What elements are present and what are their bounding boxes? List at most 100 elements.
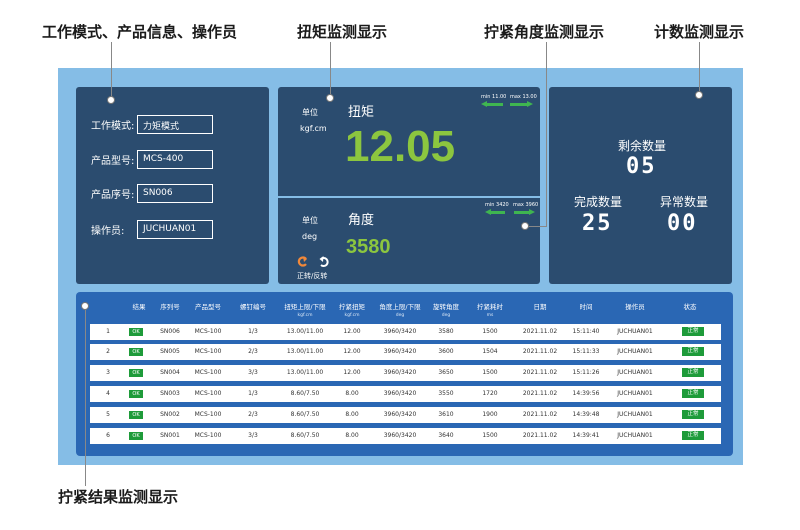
cell-operator: JUCHUAN01 (617, 369, 653, 376)
cell-date: 2021.11.02 (522, 432, 558, 439)
torque-max-arrow-icon (527, 101, 533, 107)
table-row[interactable]: 6 SN001 MCS-100 3/3 8.60/7.50 8.00 3960/3420 36… (90, 428, 721, 444)
cell-operator: JUCHUAN01 (617, 348, 653, 355)
angle-max-bar (514, 211, 529, 214)
marker-result (81, 302, 89, 310)
cell-torque-range: 8.60/7.50 (290, 411, 320, 418)
product-model-field[interactable]: MCS-400 (137, 149, 213, 169)
cell-date: 2021.11.02 (522, 348, 558, 355)
column-header-label: 结果 (132, 303, 146, 311)
table-row[interactable]: 1 SN006 MCS-100 1/3 13.00/11.00 12.00 3960/342… (90, 324, 721, 340)
marker-angle (521, 222, 529, 230)
status-badge: 正常 (682, 347, 704, 356)
operator-field[interactable]: JUCHUAN01 (137, 219, 213, 239)
cell-time: 14:39:56 (572, 390, 600, 397)
cell-date: 2021.11.02 (522, 369, 558, 376)
cell-torque-range: 13.00/11.00 (286, 328, 324, 335)
cell-time-ms: 1500 (482, 328, 498, 335)
column-header-label: 操作员 (625, 303, 645, 311)
column-header-unit: kgf.cm (297, 313, 313, 318)
cell-idx: 3 (106, 369, 110, 376)
cell-angle-range: 3960/3420 (383, 432, 417, 439)
cell-angle: 3580 (438, 328, 454, 335)
column-header: 螺钉编号 (228, 301, 278, 311)
cell-angle: 3600 (438, 348, 454, 355)
column-header-unit: deg (441, 313, 451, 318)
cell-time-ms: 1720 (482, 390, 498, 397)
status-badge: 正常 (682, 368, 704, 377)
cell-model: MCS-100 (194, 328, 222, 335)
angle-value: 3580 (346, 236, 391, 258)
cell-screw: 3/3 (248, 432, 258, 439)
marker-mode-info (107, 96, 115, 104)
operator-label: 操作员: (91, 225, 125, 237)
cell-torque: 8.00 (345, 432, 359, 439)
column-header-label: 产品型号 (195, 303, 221, 311)
cell-time-ms: 1900 (482, 411, 498, 418)
cell-angle: 3550 (438, 390, 454, 397)
leader-angle-h (527, 226, 547, 227)
torque-min-arrow-icon (481, 101, 487, 107)
table-row[interactable]: 3 SN004 MCS-100 3/3 13.00/11.00 12.00 3960/342… (90, 365, 721, 381)
cell-model: MCS-100 (194, 411, 222, 418)
reverse-rotate-icon[interactable] (318, 255, 331, 268)
cell-operator: JUCHUAN01 (617, 432, 653, 439)
angle-min-label: min 3420 (485, 202, 509, 208)
column-header-label: 拧紧扭矩 (339, 303, 365, 311)
cell-idx: 1 (106, 328, 110, 335)
callout-count: 计数监测显示 (654, 23, 745, 41)
cell-torque: 8.00 (345, 390, 359, 397)
leader-result (85, 308, 86, 486)
product-serial-row: 产品序号: SN006 (91, 183, 213, 203)
work-mode-field[interactable]: 力矩模式 (137, 114, 213, 134)
done-value: 25 (582, 211, 613, 236)
torque-max-label: max 13.00 (510, 94, 537, 100)
column-header-unit: ms (486, 313, 494, 318)
column-header-label: 扭矩上限/下限 (284, 303, 326, 311)
abnormal-value: 00 (667, 211, 698, 236)
cell-angle-range: 3960/3420 (383, 348, 417, 355)
result-ok-badge: OK (129, 348, 143, 356)
cell-operator: JUCHUAN01 (617, 328, 653, 335)
column-header-unit: kgf.cm (344, 313, 360, 318)
angle-min-bar (490, 211, 505, 214)
abnormal-label: 异常数量 (660, 195, 709, 209)
table-row[interactable]: 5 SN002 MCS-100 2/3 8.60/7.50 8.00 3960/3420 36… (90, 407, 721, 423)
column-header: 角度上限/下限 deg (375, 301, 425, 318)
status-badge: 正常 (682, 431, 704, 440)
column-header-label: 拧紧耗时 (477, 303, 503, 311)
result-ok-badge: OK (129, 328, 143, 336)
cell-time: 15:11:40 (572, 328, 600, 335)
torque-unit-value: kgf.cm (300, 124, 327, 133)
leader-torque (330, 42, 331, 98)
cell-idx: 2 (106, 348, 110, 355)
forward-rotate-icon[interactable] (296, 255, 309, 268)
cell-time: 15:11:26 (572, 369, 600, 376)
product-serial-field[interactable]: SN006 (137, 183, 213, 203)
cell-date: 2021.11.02 (522, 411, 558, 418)
column-header-label: 状态 (683, 303, 697, 311)
status-badge: 正常 (682, 389, 704, 398)
cell-torque: 12.00 (343, 328, 361, 335)
cell-model: MCS-100 (194, 432, 222, 439)
cell-angle-range: 3960/3420 (383, 411, 417, 418)
torque-value: 12.05 (345, 122, 456, 171)
torque-max-bar (510, 103, 527, 106)
table-row[interactable]: 4 SN003 MCS-100 1/3 8.60/7.50 8.00 3960/3420 35… (90, 386, 721, 402)
angle-unit-label: 单位 (302, 216, 318, 225)
remaining-label: 剩余数量 (618, 139, 667, 153)
torque-min-label: min 11.00 (481, 94, 507, 100)
column-header-label: 旋转角度 (433, 303, 459, 311)
column-header: 时间 (561, 301, 611, 311)
status-badge: 正常 (682, 410, 704, 419)
cell-screw: 3/3 (248, 369, 258, 376)
column-header-label: 序列号 (160, 303, 180, 311)
cell-time-ms: 1504 (482, 348, 498, 355)
cell-torque: 12.00 (343, 369, 361, 376)
table-row[interactable]: 2 SN005 MCS-100 2/3 13.00/11.00 12.00 3960/342… (90, 344, 721, 360)
callout-angle: 拧紧角度监测显示 (484, 23, 605, 41)
cell-date: 2021.11.02 (522, 328, 558, 335)
cell-angle: 3650 (438, 369, 454, 376)
result-ok-badge: OK (129, 411, 143, 419)
torque-min-bar (486, 103, 503, 106)
